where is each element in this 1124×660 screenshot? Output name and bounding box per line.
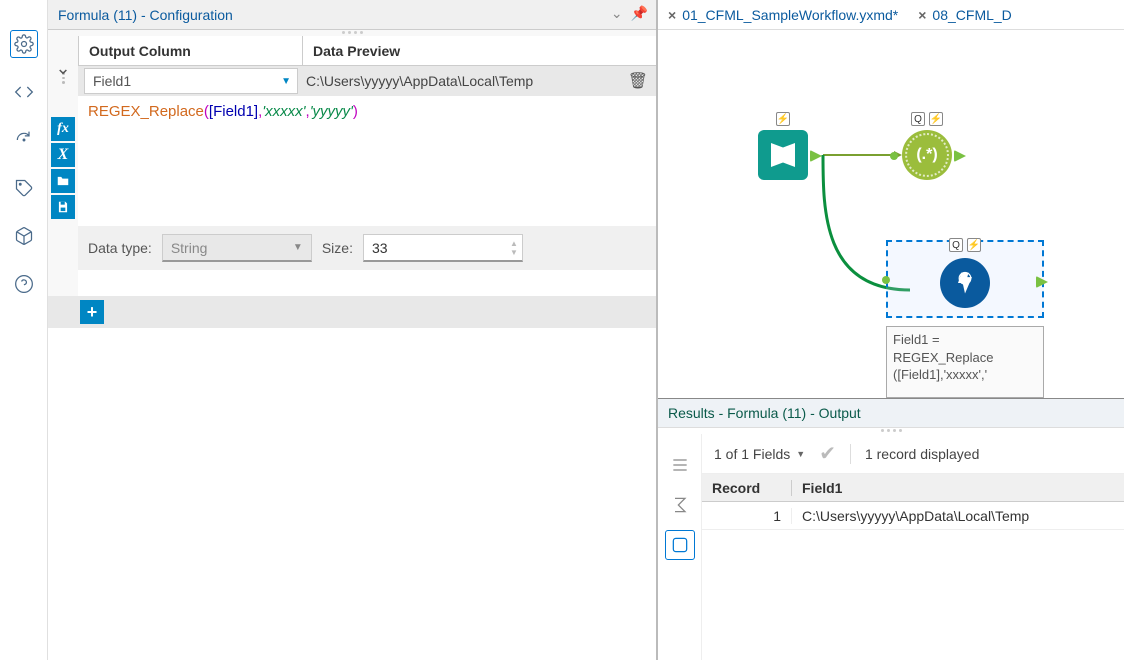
lightning-icon: ⚡ [929,112,943,126]
records-count: 1 record displayed [865,446,979,462]
lightning-icon: ⚡ [776,112,790,126]
formula-annotation: Field1 = REGEX_Replace ([Field1],'xxxxx'… [886,326,1044,398]
col-field-header: Field1 [792,480,1124,496]
results-icon-bar [658,434,702,660]
fields-count[interactable]: 1 of 1 Fields [714,446,790,462]
add-expression-button[interactable]: + [80,300,104,324]
dropdown-icon: ▼ [281,76,291,87]
expr-fn: REGEX_Replace [88,103,204,120]
grid-header: Output Column Data Preview [78,36,656,66]
input-anchor[interactable] [882,276,890,284]
col-record-header: Record [702,480,792,496]
data-type-select[interactable]: String ▼ [162,234,312,262]
chevron-down-icon[interactable]: ⌄ [611,5,623,22]
refresh-icon[interactable] [10,126,38,154]
formula-toolbar: ⌄ fx X [48,36,78,296]
folder-button[interactable] [51,169,75,193]
preview-value: C:\Users\yyyyy\AppData\Local\Temp [306,73,533,89]
check-icon[interactable]: ✔ [819,441,836,466]
results-title: Results - Formula (11) - Output [658,399,1124,428]
expr-s1: 'xxxxx' [262,103,305,120]
col-preview-header: Data Preview [302,36,656,65]
config-title: Formula (11) - Configuration [58,7,233,23]
expression-editor[interactable]: REGEX_Replace([Field1],'xxxxx','yyyyy') [78,96,656,226]
regex-node[interactable]: Q⚡ (.*) [902,130,952,180]
dropdown-icon[interactable]: ▼ [796,449,805,459]
spinner-icon[interactable]: ▲▼ [510,239,518,257]
config-panel: Formula (11) - Configuration ⌄ 📌 ⌄ fx X … [48,0,658,660]
results-row[interactable]: 1 C:\Users\yyyyy\AppData\Local\Temp [702,502,1124,530]
input-node[interactable]: ⚡ [758,130,808,180]
field-row: Field1 ▼ C:\Users\yyyyy\AppData\Local\Te… [78,66,656,96]
fx-button[interactable]: fx [51,117,75,141]
col-output-header: Output Column [78,36,302,65]
list-icon[interactable] [665,450,695,480]
config-title-bar: Formula (11) - Configuration ⌄ 📌 [48,0,656,30]
code-icon[interactable] [10,78,38,106]
gear-icon[interactable] [10,30,38,58]
output-anchor[interactable] [810,150,822,162]
size-value: 33 [372,240,388,256]
results-toolbar: 1 of 1 Fields ▼ ✔ 1 record displayed [702,434,1124,474]
pin-icon[interactable]: 📌 [631,5,648,22]
cell-record-num: 1 [702,508,792,524]
output-column-value: Field1 [93,73,131,89]
results-panel: Results - Formula (11) - Output [658,398,1124,660]
dropdown-icon: ▼ [293,242,303,253]
output-anchor[interactable] [954,150,966,162]
help-icon[interactable] [10,270,38,298]
results-grid-header: Record Field1 [702,474,1124,502]
data-type-value: String [171,240,208,256]
magnify-icon: Q [911,112,925,126]
box-icon[interactable] [10,222,38,250]
output-column-select[interactable]: Field1 ▼ [84,68,298,94]
left-sidebar [0,0,48,660]
close-icon[interactable]: × [918,7,926,23]
variable-button[interactable]: X [51,143,75,167]
formula-node-selected[interactable]: Q ⚡ Field1 = REGEX_Replace ([Field1],'xxx… [886,240,1044,398]
workflow-tabs: × 01_CFML_SampleWorkflow.yxmd* × 08_CFML… [658,0,1124,30]
tab-label: 01_CFML_SampleWorkflow.yxmd* [682,7,898,23]
tag-icon[interactable] [10,174,38,202]
trash-icon[interactable]: 🗑 [628,71,648,91]
tab-workflow-1[interactable]: × 01_CFML_SampleWorkflow.yxmd* [658,0,908,29]
close-icon[interactable]: × [668,7,676,23]
collapse-icon[interactable]: ⌄ [55,58,70,79]
expr-col: [Field1] [209,103,258,120]
input-anchor[interactable] [890,152,898,160]
cell-field-value: C:\Users\yyyyy\AppData\Local\Temp [792,508,1124,524]
magnify-icon: Q [949,238,963,252]
shape-icon[interactable] [665,530,695,560]
tab-label: 08_CFML_D [932,7,1011,23]
data-type-label: Data type: [88,240,152,256]
tab-workflow-2[interactable]: × 08_CFML_D [908,0,1022,29]
size-label: Size: [322,240,353,256]
output-anchor[interactable] [1036,276,1048,288]
size-input[interactable]: 33 ▲▼ [363,234,523,262]
sigma-icon[interactable] [665,490,695,520]
save-button[interactable] [51,195,75,219]
expr-s2: 'yyyyy' [310,103,353,120]
lightning-icon: ⚡ [967,238,981,252]
type-row: Data type: String ▼ Size: 33 ▲▼ [78,226,656,270]
workflow-canvas[interactable]: ⚡ Q⚡ (.*) Q ⚡ [658,30,1124,398]
